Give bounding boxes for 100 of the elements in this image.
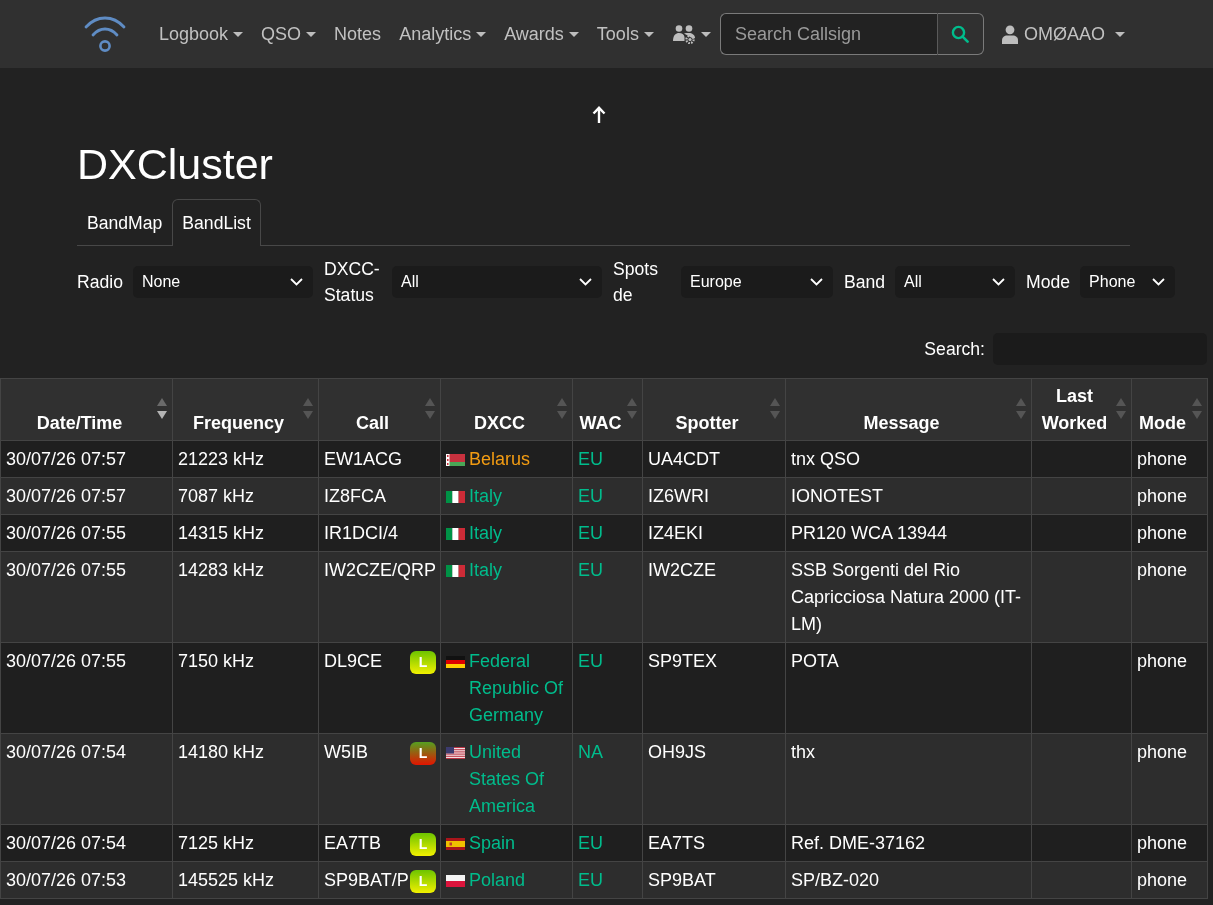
lotw-badge: L	[410, 870, 436, 893]
tab[interactable]: BandMap	[77, 199, 173, 246]
user-menu[interactable]: OMØAAO	[1001, 14, 1125, 54]
dropdown-select[interactable]: Europe	[681, 266, 833, 298]
nav-menu-link[interactable]: QSO	[252, 14, 326, 54]
chevron-down-icon	[810, 278, 823, 286]
caret-icon	[306, 31, 317, 37]
table-cell: phone	[1131, 642, 1208, 734]
table-cell: EU	[572, 477, 643, 515]
caret-icon	[1114, 31, 1125, 37]
table-cell: 30/07/26 07:54	[0, 824, 173, 862]
flag-icon	[446, 491, 465, 503]
table-cell: 14315 kHz	[172, 514, 319, 552]
table-cell: UA4CDT	[642, 440, 786, 478]
flag-icon	[446, 838, 465, 850]
table-cell: 14180 kHz	[172, 733, 319, 825]
table-cell: phone	[1131, 551, 1208, 643]
nav-menu-link[interactable]: Logbook	[150, 14, 253, 54]
caret-icon	[643, 31, 654, 37]
search-field[interactable]: Search Callsign	[719, 13, 938, 55]
nav-menu-link[interactable]: Analytics	[390, 14, 496, 54]
country-name: Italy	[469, 559, 502, 582]
search-button[interactable]	[937, 13, 984, 55]
table-cell: Ref. DME-37162	[785, 824, 1032, 862]
table-cell: phone	[1131, 514, 1208, 552]
caret-icon	[476, 31, 487, 37]
country-name: United States Of America	[469, 741, 546, 818]
table-cell: SSB Sorgenti del Rio Capricciosa Natura 2000 (IT-LM)	[785, 551, 1032, 643]
column-header[interactable]: DXCC	[440, 378, 573, 441]
nav-menu-link[interactable]: Notes	[325, 14, 391, 54]
table-cell: EU	[572, 440, 643, 478]
lotw-badge: L	[410, 651, 436, 674]
lotw-badge: L	[410, 833, 436, 856]
nav-menu-link[interactable]: Tools	[587, 14, 663, 54]
column-header[interactable]: Mode	[1131, 378, 1208, 441]
user-icon	[1001, 24, 1018, 44]
table-cell: EA7TS	[642, 824, 786, 862]
table-cell: 145525 kHz	[172, 861, 319, 899]
table-cell: SP/BZ-020	[785, 861, 1032, 899]
table-cell: 30/07/26 07:57	[0, 440, 173, 478]
filter-label: Band	[844, 271, 886, 294]
caret-icon	[568, 31, 579, 37]
flag-icon	[446, 454, 465, 466]
country-name: Belarus	[469, 448, 531, 471]
table-cell: 14283 kHz	[172, 551, 319, 643]
dropdown-select[interactable]: All	[392, 266, 602, 298]
table-cell: 30/07/26 07:53	[0, 861, 173, 899]
table-cell: thx	[785, 733, 1032, 825]
table-cell: IZ4EKI	[642, 514, 786, 552]
table-cell: OH9JS	[642, 733, 786, 825]
table-cell: SP9TEX	[642, 642, 786, 734]
flag-icon	[446, 528, 465, 540]
flag-icon	[446, 747, 465, 759]
column-header[interactable]: WAC	[572, 378, 643, 441]
flag-icon	[446, 656, 465, 668]
column-header[interactable]: Call	[318, 378, 441, 441]
dropdown-select[interactable]: Phone	[1080, 266, 1176, 298]
column-header[interactable]: Last Worked	[1031, 378, 1132, 441]
flag-icon	[446, 565, 465, 577]
table-cell: POTA	[785, 642, 1032, 734]
filter-label: Mode	[1026, 271, 1071, 294]
chevron-down-icon	[579, 278, 592, 286]
dropdown-select[interactable]: All	[895, 266, 1016, 298]
nav-menu-link[interactable]: Awards	[495, 14, 588, 54]
dropdown-select[interactable]: None	[133, 266, 313, 298]
table-cell: EU	[572, 861, 643, 899]
page-title: DXCluster	[77, 139, 273, 189]
column-header[interactable]: Date/Time	[0, 378, 173, 441]
chevron-down-icon	[992, 278, 1006, 286]
column-header[interactable]: Frequency	[172, 378, 319, 441]
table-cell: 30/07/26 07:55	[0, 514, 173, 552]
callsign: EA7TB	[324, 832, 382, 855]
callsign: IZ8FCA	[324, 485, 386, 508]
country-name: Spain	[469, 832, 516, 855]
callsign: SP9BAT/P	[324, 869, 409, 892]
tab[interactable]: BandList	[172, 199, 261, 246]
table-cell: phone	[1131, 824, 1208, 862]
callsign: IW2CZE/QRP	[324, 559, 436, 582]
table-cell: phone	[1131, 440, 1208, 478]
table-cell: SP9BAT	[642, 861, 786, 899]
table-cell: 7087 kHz	[172, 477, 319, 515]
table-cell: IONOTEST	[785, 477, 1032, 515]
table-cell: EU	[572, 551, 643, 643]
filter-label: Radio	[77, 271, 123, 294]
table-cell: EU	[572, 514, 643, 552]
table-cell: PR120 WCA 13944	[785, 514, 1032, 552]
flag-icon	[446, 875, 465, 887]
column-header[interactable]: Spotter	[642, 378, 786, 441]
table-cell: EU	[572, 824, 643, 862]
table-cell: IW2CZE	[642, 551, 786, 643]
table-cell: IZ6WRI	[642, 477, 786, 515]
table-cell: phone	[1131, 477, 1208, 515]
column-header[interactable]: Message	[785, 378, 1032, 441]
arrow-up-icon[interactable]	[592, 106, 606, 124]
table-cell: 30/07/26 07:55	[0, 551, 173, 643]
filter-label: DXCC-Status	[324, 258, 381, 307]
callsign: W5IB	[324, 741, 368, 764]
table-cell: 30/07/26 07:54	[0, 733, 173, 825]
caret-icon	[233, 31, 244, 37]
table-cell: 7125 kHz	[172, 824, 319, 862]
